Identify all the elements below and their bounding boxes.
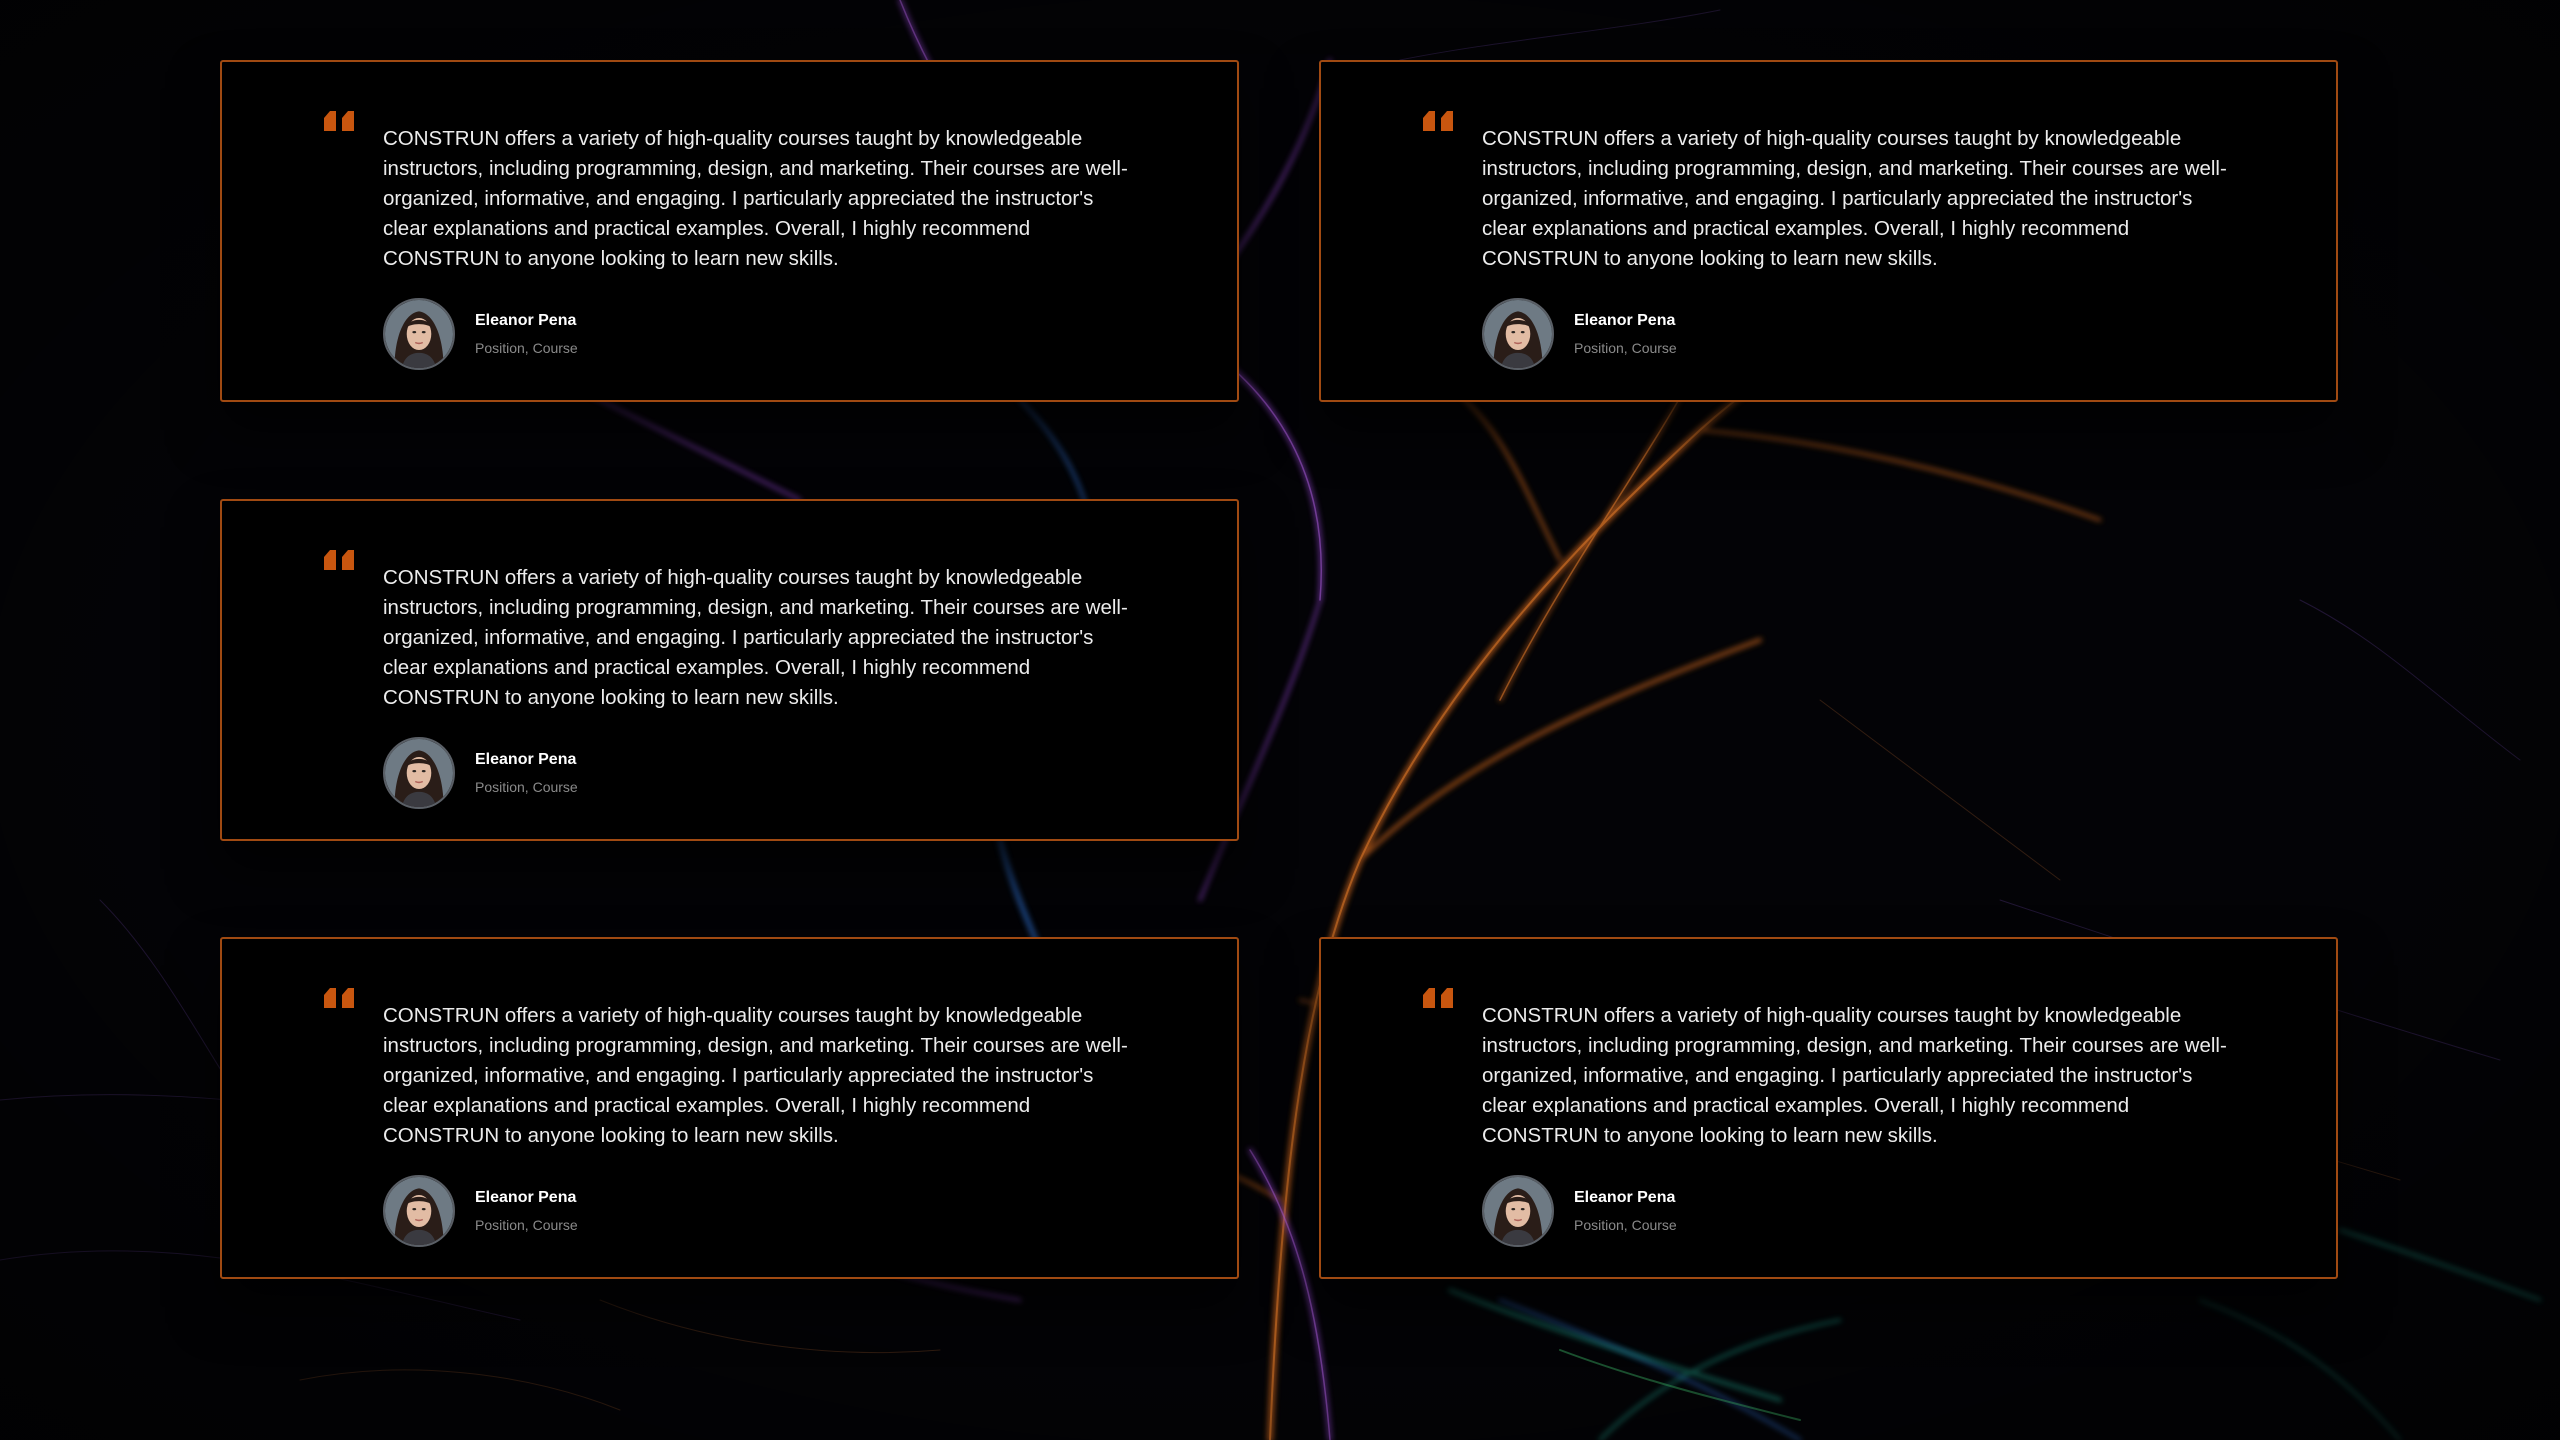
testimonial-card: CONSTRUN offers a variety of high-qualit… [1319,60,2338,402]
author-role: Position, Course [1574,340,1677,356]
testimonial-author: Eleanor Pena Position, Course [383,1175,783,1249]
testimonial-card: CONSTRUN offers a variety of high-qualit… [1319,937,2338,1279]
quote-icon [1423,111,1453,131]
testimonial-text: CONSTRUN offers a variety of high-qualit… [383,566,1128,709]
testimonial-text: CONSTRUN offers a variety of high-qualit… [383,1004,1128,1147]
author-role: Position, Course [1574,1217,1677,1233]
avatar [1482,1175,1554,1247]
avatar [1482,298,1554,370]
author-name: Eleanor Pena [475,1189,577,1206]
quote-icon [1423,988,1453,1008]
testimonial-author: Eleanor Pena Position, Course [1482,298,1882,372]
testimonial-card: CONSTRUN offers a variety of high-qualit… [220,60,1239,402]
testimonial-card: CONSTRUN offers a variety of high-qualit… [220,937,1239,1279]
author-name: Eleanor Pena [1574,1189,1676,1206]
testimonial-text: CONSTRUN offers a variety of high-qualit… [383,127,1128,270]
author-role: Position, Course [475,1217,578,1233]
quote-icon [324,550,354,570]
quote-icon [324,988,354,1008]
author-name: Eleanor Pena [475,312,577,329]
testimonial-text: CONSTRUN offers a variety of high-qualit… [1482,1004,2227,1147]
testimonial-author: Eleanor Pena Position, Course [383,298,783,372]
avatar [383,1175,455,1247]
author-name: Eleanor Pena [475,751,577,768]
testimonial-author: Eleanor Pena Position, Course [383,737,783,811]
author-role: Position, Course [475,340,578,356]
avatar [383,737,455,809]
author-name: Eleanor Pena [1574,312,1676,329]
avatar [383,298,455,370]
author-role: Position, Course [475,779,578,795]
testimonial-card: CONSTRUN offers a variety of high-qualit… [220,499,1239,841]
testimonial-author: Eleanor Pena Position, Course [1482,1175,1882,1249]
testimonial-text: CONSTRUN offers a variety of high-qualit… [1482,127,2227,270]
quote-icon [324,111,354,131]
